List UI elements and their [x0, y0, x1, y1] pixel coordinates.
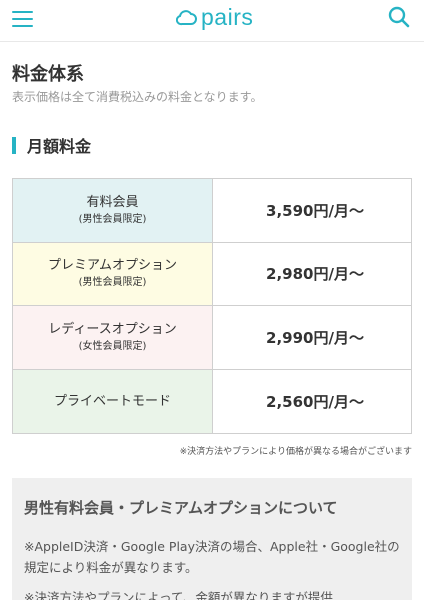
plan-note: (女性会員限定) [78, 340, 147, 352]
page-subtitle: 表示価格は全て消費税込みの料金となります。 [12, 90, 263, 104]
hamburger-menu-icon[interactable] [12, 8, 36, 32]
section-title: 月額料金 [27, 137, 92, 156]
search-icon[interactable] [386, 4, 412, 30]
plan-cell: 有料会員 (男性会員限定) [13, 179, 213, 242]
table-row: レディースオプション (女性会員限定) 2,990円/月〜 [13, 306, 411, 370]
table-row: プレミアムオプション (男性会員限定) 2,980円/月〜 [13, 242, 411, 307]
section-accent-bar [12, 136, 16, 154]
info-text: ※決済方法やプランによって、金額が異なりますが提供 [24, 590, 333, 600]
plan-price: 2,990円/月〜 [266, 328, 364, 347]
plan-cell: プライベートモード [13, 369, 213, 434]
plan-name: プレミアムオプション [47, 258, 178, 274]
info-title: 男性有料会員・プレミアムオプションについて [24, 499, 338, 517]
table-row: 有料会員 (男性会員限定) 3,590円/月〜 [13, 179, 411, 243]
section-heading: 月額料金 [12, 135, 92, 156]
price-table: 有料会員 (男性会員限定) 3,590円/月〜 プレミアムオプション (男性会員… [12, 178, 412, 435]
logo-text: pairs [201, 3, 254, 30]
page-title: 料金体系 [12, 64, 84, 85]
plan-name: 有料会員 [86, 194, 139, 210]
info-text: ※AppleID決済・Google Play決済の場合、Apple社・Googl… [24, 539, 400, 575]
plan-name: レディースオプション [48, 321, 177, 337]
plan-price: 2,560円/月〜 [266, 393, 364, 412]
plan-name: プライベートモード [53, 394, 171, 410]
cloud-logo-icon [176, 10, 197, 26]
price-footnote: ※決済方法やプランにより価格が異なる場合がございます [179, 447, 412, 457]
plan-cell: プレミアムオプション (男性会員限定) [13, 242, 213, 306]
plan-note: (男性会員限定) [78, 277, 147, 289]
app-header: pairs [0, 0, 424, 42]
info-box: 男性有料会員・プレミアムオプションについて ※AppleID決済・Google … [12, 478, 412, 600]
plan-price: 3,590円/月〜 [266, 201, 364, 220]
plan-price: 2,980円/月〜 [266, 265, 364, 284]
pairs-logo[interactable]: pairs [176, 4, 253, 30]
plan-cell: レディースオプション (女性会員限定) [13, 306, 213, 369]
table-row: プライベートモード 2,560円/月〜 [13, 369, 411, 434]
plan-note: (男性会員限定) [78, 213, 147, 225]
